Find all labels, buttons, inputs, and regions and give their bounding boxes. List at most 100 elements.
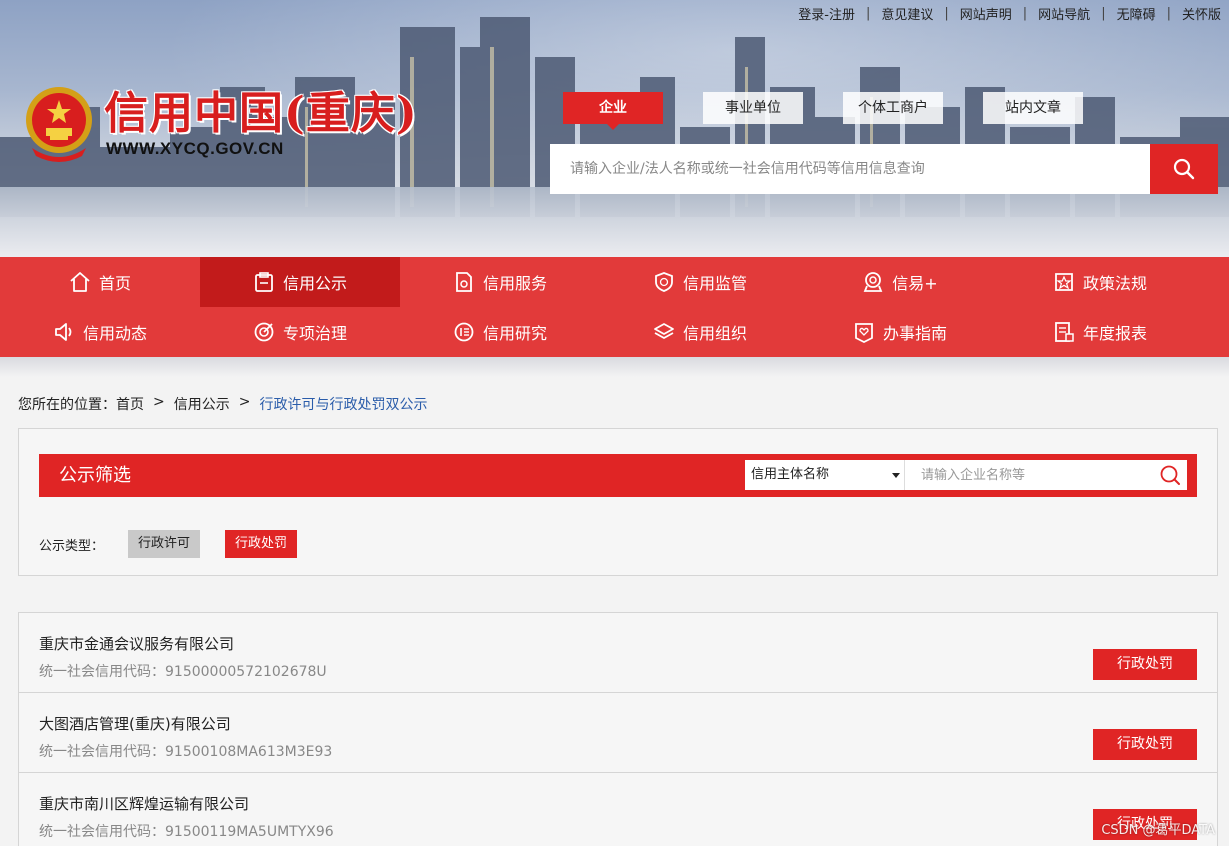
- top-link-sitemap[interactable]: 网站导航: [1027, 4, 1101, 23]
- credit-code-value: 91500000572102678U: [165, 664, 327, 680]
- breadcrumb-prefix: 您所在的位置：: [18, 397, 116, 413]
- search-tab-site-articles[interactable]: 站内文章: [983, 92, 1083, 124]
- report-icon: [1055, 322, 1074, 342]
- nav-item-label: 办事指南: [882, 324, 947, 343]
- credit-code: 统一社会信用代码：91500000572102678U: [39, 661, 327, 681]
- search-icon[interactable]: [1159, 464, 1181, 486]
- main-search-input[interactable]: [550, 144, 1150, 194]
- filter-search-box: [905, 460, 1187, 490]
- nav-item-label: 专项治理: [282, 324, 347, 343]
- search-icon: [1173, 158, 1195, 180]
- clipboard-icon: [255, 272, 273, 292]
- watermark: CSDN @葛平DATA: [1101, 823, 1215, 838]
- nav-item-special-governance[interactable]: 专项治理: [200, 307, 400, 357]
- nav-item-label: 信用动态: [82, 324, 147, 343]
- top-link-care-mode[interactable]: 关怀版: [1171, 4, 1221, 23]
- main-search-bar: [550, 144, 1218, 194]
- breadcrumb-credit-publicity[interactable]: 信用公示: [174, 394, 230, 414]
- list-item[interactable]: 重庆市南川区辉煌运输有限公司 统一社会信用代码：91500119MA5UMTYX…: [19, 773, 1217, 846]
- penalty-button[interactable]: 行政处罚: [1093, 729, 1197, 760]
- type-chip-administrative-penalty[interactable]: 行政处罚: [225, 530, 298, 558]
- nav-shadow: [0, 357, 1229, 377]
- home-icon: [70, 272, 90, 292]
- nav-item-policies[interactable]: 政策法规: [1000, 257, 1200, 307]
- filter-header: 公示筛选 信用主体名称: [39, 454, 1197, 497]
- search-tabs: 企业 事业单位 个体工商户 站内文章: [563, 92, 1083, 130]
- speaker-icon: [55, 323, 72, 341]
- nav-item-label: 信用研究: [482, 324, 547, 343]
- nav-item-label: 年度报表: [1082, 324, 1147, 343]
- main-nav: 首页 信用公示 信用服务 信用监管 信易+ 政策法规 信用动态 专项治理 信用研…: [0, 257, 1229, 357]
- national-emblem-icon: [26, 87, 92, 162]
- nav-item-label: 信易+: [892, 274, 938, 293]
- nav-item-label: 信用公示: [282, 274, 347, 293]
- seal-icon: [454, 322, 474, 342]
- top-links: 登录-注册 | 意见建议 | 网站声明 | 网站导航 | 无障碍 | 关怀版: [787, 4, 1221, 23]
- document-icon: [456, 272, 472, 292]
- target-icon: [254, 322, 274, 342]
- badge-icon: [863, 272, 883, 292]
- subject-type-select[interactable]: 信用主体名称: [745, 460, 905, 490]
- nav-item-credit-easy-plus[interactable]: 信易+: [800, 257, 1000, 307]
- nav-item-label: 信用组织: [682, 324, 747, 343]
- star-frame-icon: [1055, 273, 1073, 291]
- nav-item-credit-organization[interactable]: 信用组织: [600, 307, 800, 357]
- results-list: 重庆市金通会议服务有限公司 统一社会信用代码：91500000572102678…: [18, 612, 1218, 846]
- company-name[interactable]: 重庆市南川区辉煌运输有限公司: [39, 793, 249, 814]
- penalty-button[interactable]: 行政处罚: [1093, 649, 1197, 680]
- shield-icon: [655, 272, 673, 292]
- nav-item-home[interactable]: 首页: [0, 257, 200, 307]
- list-item[interactable]: 重庆市金通会议服务有限公司 统一社会信用代码：91500000572102678…: [19, 613, 1217, 693]
- nav-item-credit-service[interactable]: 信用服务: [400, 257, 600, 307]
- breadcrumb-separator: >: [238, 394, 251, 410]
- nav-item-credit-publicity[interactable]: 信用公示: [200, 257, 400, 307]
- nav-row-2: 信用动态 专项治理 信用研究 信用组织 办事指南 年度报表: [0, 307, 1229, 357]
- publicity-type-filter: 公示类型： 行政许可 行政处罚: [39, 530, 322, 558]
- nav-item-service-guide[interactable]: 办事指南: [800, 307, 1000, 357]
- publicity-type-label: 公示类型：: [39, 538, 105, 554]
- nav-row-1: 首页 信用公示 信用服务 信用监管 信易+ 政策法规: [0, 257, 1229, 307]
- nav-item-label: 首页: [98, 274, 131, 293]
- header-banner: 登录-注册 | 意见建议 | 网站声明 | 网站导航 | 无障碍 | 关怀版 信…: [0, 0, 1229, 257]
- filter-title: 公示筛选: [59, 465, 131, 486]
- credit-code-label: 统一社会信用代码：: [39, 744, 165, 760]
- main-search-button[interactable]: [1150, 144, 1218, 194]
- river-foreground: [0, 187, 1229, 257]
- nav-item-label: 信用监管: [682, 274, 747, 293]
- search-tab-enterprise[interactable]: 企业: [563, 92, 663, 130]
- site-url: WWW.XYCQ.GOV.CN: [106, 139, 284, 158]
- nav-item-credit-news[interactable]: 信用动态: [0, 307, 200, 357]
- breadcrumb-current[interactable]: 行政许可与行政处罚双公示: [259, 394, 427, 414]
- top-link-statement[interactable]: 网站声明: [949, 4, 1023, 23]
- filter-panel: 公示筛选 信用主体名称 公示类型： 行政许可 行政处罚: [18, 428, 1218, 576]
- search-tab-individual-business[interactable]: 个体工商户: [843, 92, 943, 124]
- top-link-login[interactable]: 登录-注册: [787, 4, 866, 23]
- breadcrumb-separator: >: [153, 394, 165, 410]
- chevron-down-icon: [892, 473, 900, 478]
- credit-code-label: 统一社会信用代码：: [39, 824, 165, 840]
- credit-code-value: 91500108MA613M3E93: [165, 744, 333, 760]
- company-name[interactable]: 重庆市金通会议服务有限公司: [39, 633, 234, 654]
- heart-frame-icon: [855, 323, 873, 343]
- breadcrumb: 您所在的位置： 首页 > 信用公示 > 行政许可与行政处罚双公示: [18, 394, 427, 414]
- nav-item-credit-supervision[interactable]: 信用监管: [600, 257, 800, 307]
- subject-type-select-value: 信用主体名称: [751, 467, 830, 482]
- credit-code: 统一社会信用代码：91500119MA5UMTYX96: [39, 821, 334, 841]
- nav-item-credit-research[interactable]: 信用研究: [400, 307, 600, 357]
- breadcrumb-home[interactable]: 首页: [116, 394, 144, 414]
- credit-code-label: 统一社会信用代码：: [39, 664, 165, 680]
- credit-code: 统一社会信用代码：91500108MA613M3E93: [39, 741, 332, 761]
- credit-code-value: 91500119MA5UMTYX96: [165, 824, 334, 840]
- type-chip-administrative-license[interactable]: 行政许可: [128, 530, 201, 558]
- top-link-feedback[interactable]: 意见建议: [870, 4, 944, 23]
- filter-search-input[interactable]: [905, 460, 1145, 490]
- site-title: 信用中国(重庆): [104, 88, 418, 139]
- nav-item-label: 政策法规: [1082, 274, 1147, 293]
- nav-item-annual-reports[interactable]: 年度报表: [1000, 307, 1200, 357]
- search-tab-institution[interactable]: 事业单位: [703, 92, 803, 124]
- list-item[interactable]: 大图酒店管理(重庆)有限公司 统一社会信用代码：91500108MA613M3E…: [19, 693, 1217, 773]
- top-link-accessibility[interactable]: 无障碍: [1106, 4, 1167, 23]
- layers-icon: [654, 323, 674, 340]
- company-name[interactable]: 大图酒店管理(重庆)有限公司: [39, 713, 231, 734]
- site-logo[interactable]: 信用中国(重庆) WWW.XYCQ.GOV.CN: [24, 82, 418, 166]
